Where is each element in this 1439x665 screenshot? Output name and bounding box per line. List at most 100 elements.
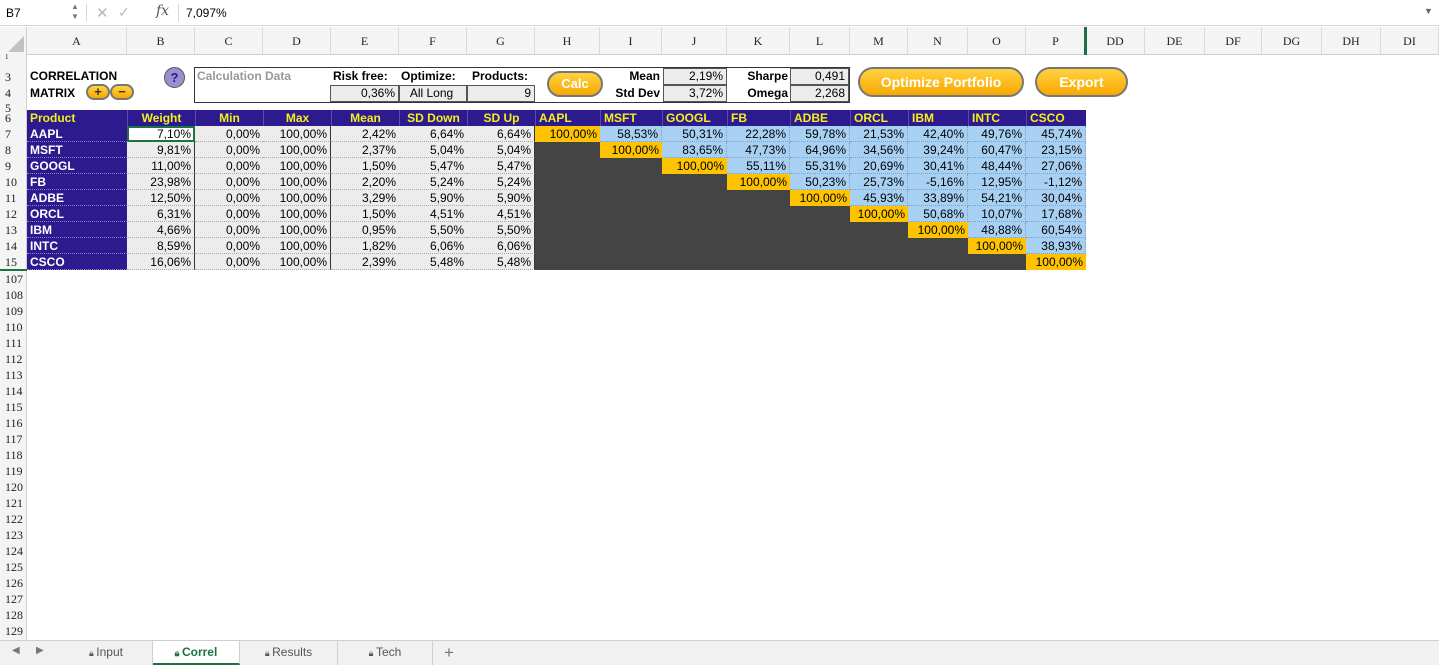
row-header-8[interactable]: 8 [0, 142, 27, 158]
data-cell[interactable]: 5,24% [467, 174, 535, 190]
empty-cell[interactable] [662, 190, 727, 206]
empty-cell[interactable] [535, 142, 600, 158]
empty-cell[interactable] [727, 254, 790, 270]
column-header-dh[interactable]: DH [1322, 27, 1381, 55]
row-header-6[interactable]: 6 [0, 110, 27, 126]
correlation-cell[interactable]: 30,41% [908, 158, 968, 174]
row-header-111[interactable]: 111 [0, 335, 27, 351]
correlation-cell[interactable]: 59,78% [790, 126, 850, 142]
empty-cell[interactable] [535, 254, 600, 270]
empty-cell[interactable] [727, 206, 790, 222]
empty-cell[interactable] [535, 238, 600, 254]
function-icon[interactable]: fx [156, 3, 174, 21]
empty-cell[interactable] [908, 254, 968, 270]
formula-input[interactable]: 7,097% [186, 6, 386, 22]
correlation-cell[interactable]: 54,21% [968, 190, 1026, 206]
scroll-right-icon[interactable]: ▶ [36, 645, 44, 656]
data-cell[interactable]: 5,48% [467, 254, 535, 270]
data-cell[interactable]: 0,00% [195, 222, 263, 238]
sheet-tab-tech[interactable]: 🔒︎ Tech [338, 641, 433, 665]
data-cell[interactable]: 5,50% [399, 222, 467, 238]
row-header-4[interactable]: 4 [0, 85, 27, 101]
empty-cell[interactable] [662, 206, 727, 222]
correlation-cell[interactable]: 55,11% [727, 158, 790, 174]
row-header-12[interactable]: 12 [0, 206, 27, 222]
column-header-p[interactable]: P [1026, 27, 1086, 55]
confirm-icon[interactable]: ✓ [118, 4, 132, 22]
row-header-13[interactable]: 13 [0, 222, 27, 238]
scroll-left-icon[interactable]: ◀ [12, 645, 20, 656]
data-cell[interactable]: 4,66% [127, 222, 195, 238]
correlation-cell[interactable]: 83,65% [662, 142, 727, 158]
column-header-c[interactable]: C [195, 27, 263, 55]
product-cell[interactable]: MSFT [27, 142, 127, 158]
column-header-di[interactable]: DI [1381, 27, 1439, 55]
sheet-tab-input[interactable]: 🔒︎ Input [60, 641, 153, 665]
row-header-120[interactable]: 120 [0, 479, 27, 495]
empty-cell[interactable] [790, 206, 850, 222]
correlation-cell[interactable]: 38,93% [1026, 238, 1086, 254]
diagonal-cell[interactable]: 100,00% [790, 190, 850, 206]
product-cell[interactable]: INTC [27, 238, 127, 254]
correlation-cell[interactable]: 39,24% [908, 142, 968, 158]
empty-cell[interactable] [600, 222, 662, 238]
row-header-127[interactable]: 127 [0, 591, 27, 607]
empty-cell[interactable] [790, 222, 850, 238]
data-cell[interactable]: 0,00% [195, 254, 263, 270]
data-cell[interactable]: 5,90% [399, 190, 467, 206]
row-header-10[interactable]: 10 [0, 174, 27, 190]
data-cell[interactable]: 6,64% [399, 126, 467, 142]
product-cell[interactable]: AAPL [27, 126, 127, 142]
remove-product-button[interactable]: − [110, 84, 134, 100]
product-cell[interactable]: GOOGL [27, 158, 127, 174]
data-cell[interactable]: 1,82% [331, 238, 399, 254]
row-header-125[interactable]: 125 [0, 559, 27, 575]
calc-button[interactable]: Calc [547, 71, 603, 97]
data-cell[interactable]: 5,04% [399, 142, 467, 158]
data-cell[interactable]: 0,00% [195, 238, 263, 254]
empty-cell[interactable] [727, 222, 790, 238]
data-cell[interactable]: 100,00% [263, 158, 331, 174]
data-cell[interactable]: 2,37% [331, 142, 399, 158]
empty-cell[interactable] [968, 254, 1026, 270]
empty-cell[interactable] [662, 254, 727, 270]
row-header-9[interactable]: 9 [0, 158, 27, 174]
cancel-icon[interactable]: ✕ [96, 4, 110, 22]
correlation-cell[interactable]: 33,89% [908, 190, 968, 206]
row-header-129[interactable]: 129 [0, 623, 27, 639]
column-header-j[interactable]: J [662, 27, 727, 55]
correlation-cell[interactable]: 17,68% [1026, 206, 1086, 222]
correlation-cell[interactable]: 30,04% [1026, 190, 1086, 206]
help-icon[interactable]: ? [164, 67, 185, 88]
product-cell[interactable]: ADBE [27, 190, 127, 206]
row-header-7[interactable]: 7 [0, 126, 27, 142]
data-cell[interactable]: 5,48% [399, 254, 467, 270]
row-header-128[interactable]: 128 [0, 607, 27, 623]
empty-cell[interactable] [790, 254, 850, 270]
data-cell[interactable]: 5,04% [467, 142, 535, 158]
data-cell[interactable]: 100,00% [263, 206, 331, 222]
data-cell[interactable]: 5,47% [399, 158, 467, 174]
optimize-select[interactable]: All Long [399, 85, 467, 102]
row-header-116[interactable]: 116 [0, 415, 27, 431]
data-cell[interactable]: 5,50% [467, 222, 535, 238]
empty-cell[interactable] [850, 222, 908, 238]
row-header-11[interactable]: 11 [0, 190, 27, 206]
correlation-cell[interactable]: -1,12% [1026, 174, 1086, 190]
correlation-cell[interactable]: 64,96% [790, 142, 850, 158]
empty-cell[interactable] [535, 222, 600, 238]
correlation-cell[interactable]: 21,53% [850, 126, 908, 142]
column-header-de[interactable]: DE [1145, 27, 1205, 55]
correlation-cell[interactable]: 48,88% [968, 222, 1026, 238]
product-cell[interactable]: CSCO [27, 254, 127, 270]
data-cell[interactable]: 23,98% [127, 174, 195, 190]
correlation-cell[interactable]: 58,53% [600, 126, 662, 142]
empty-cell[interactable] [790, 238, 850, 254]
row-header-118[interactable]: 118 [0, 447, 27, 463]
data-cell[interactable]: 6,06% [399, 238, 467, 254]
name-box-stepper-icon[interactable]: ▲ ▼ [70, 2, 80, 24]
empty-cell[interactable] [600, 174, 662, 190]
data-cell[interactable]: 5,24% [399, 174, 467, 190]
row-header-126[interactable]: 126 [0, 575, 27, 591]
add-sheet-button[interactable]: + [444, 641, 454, 665]
